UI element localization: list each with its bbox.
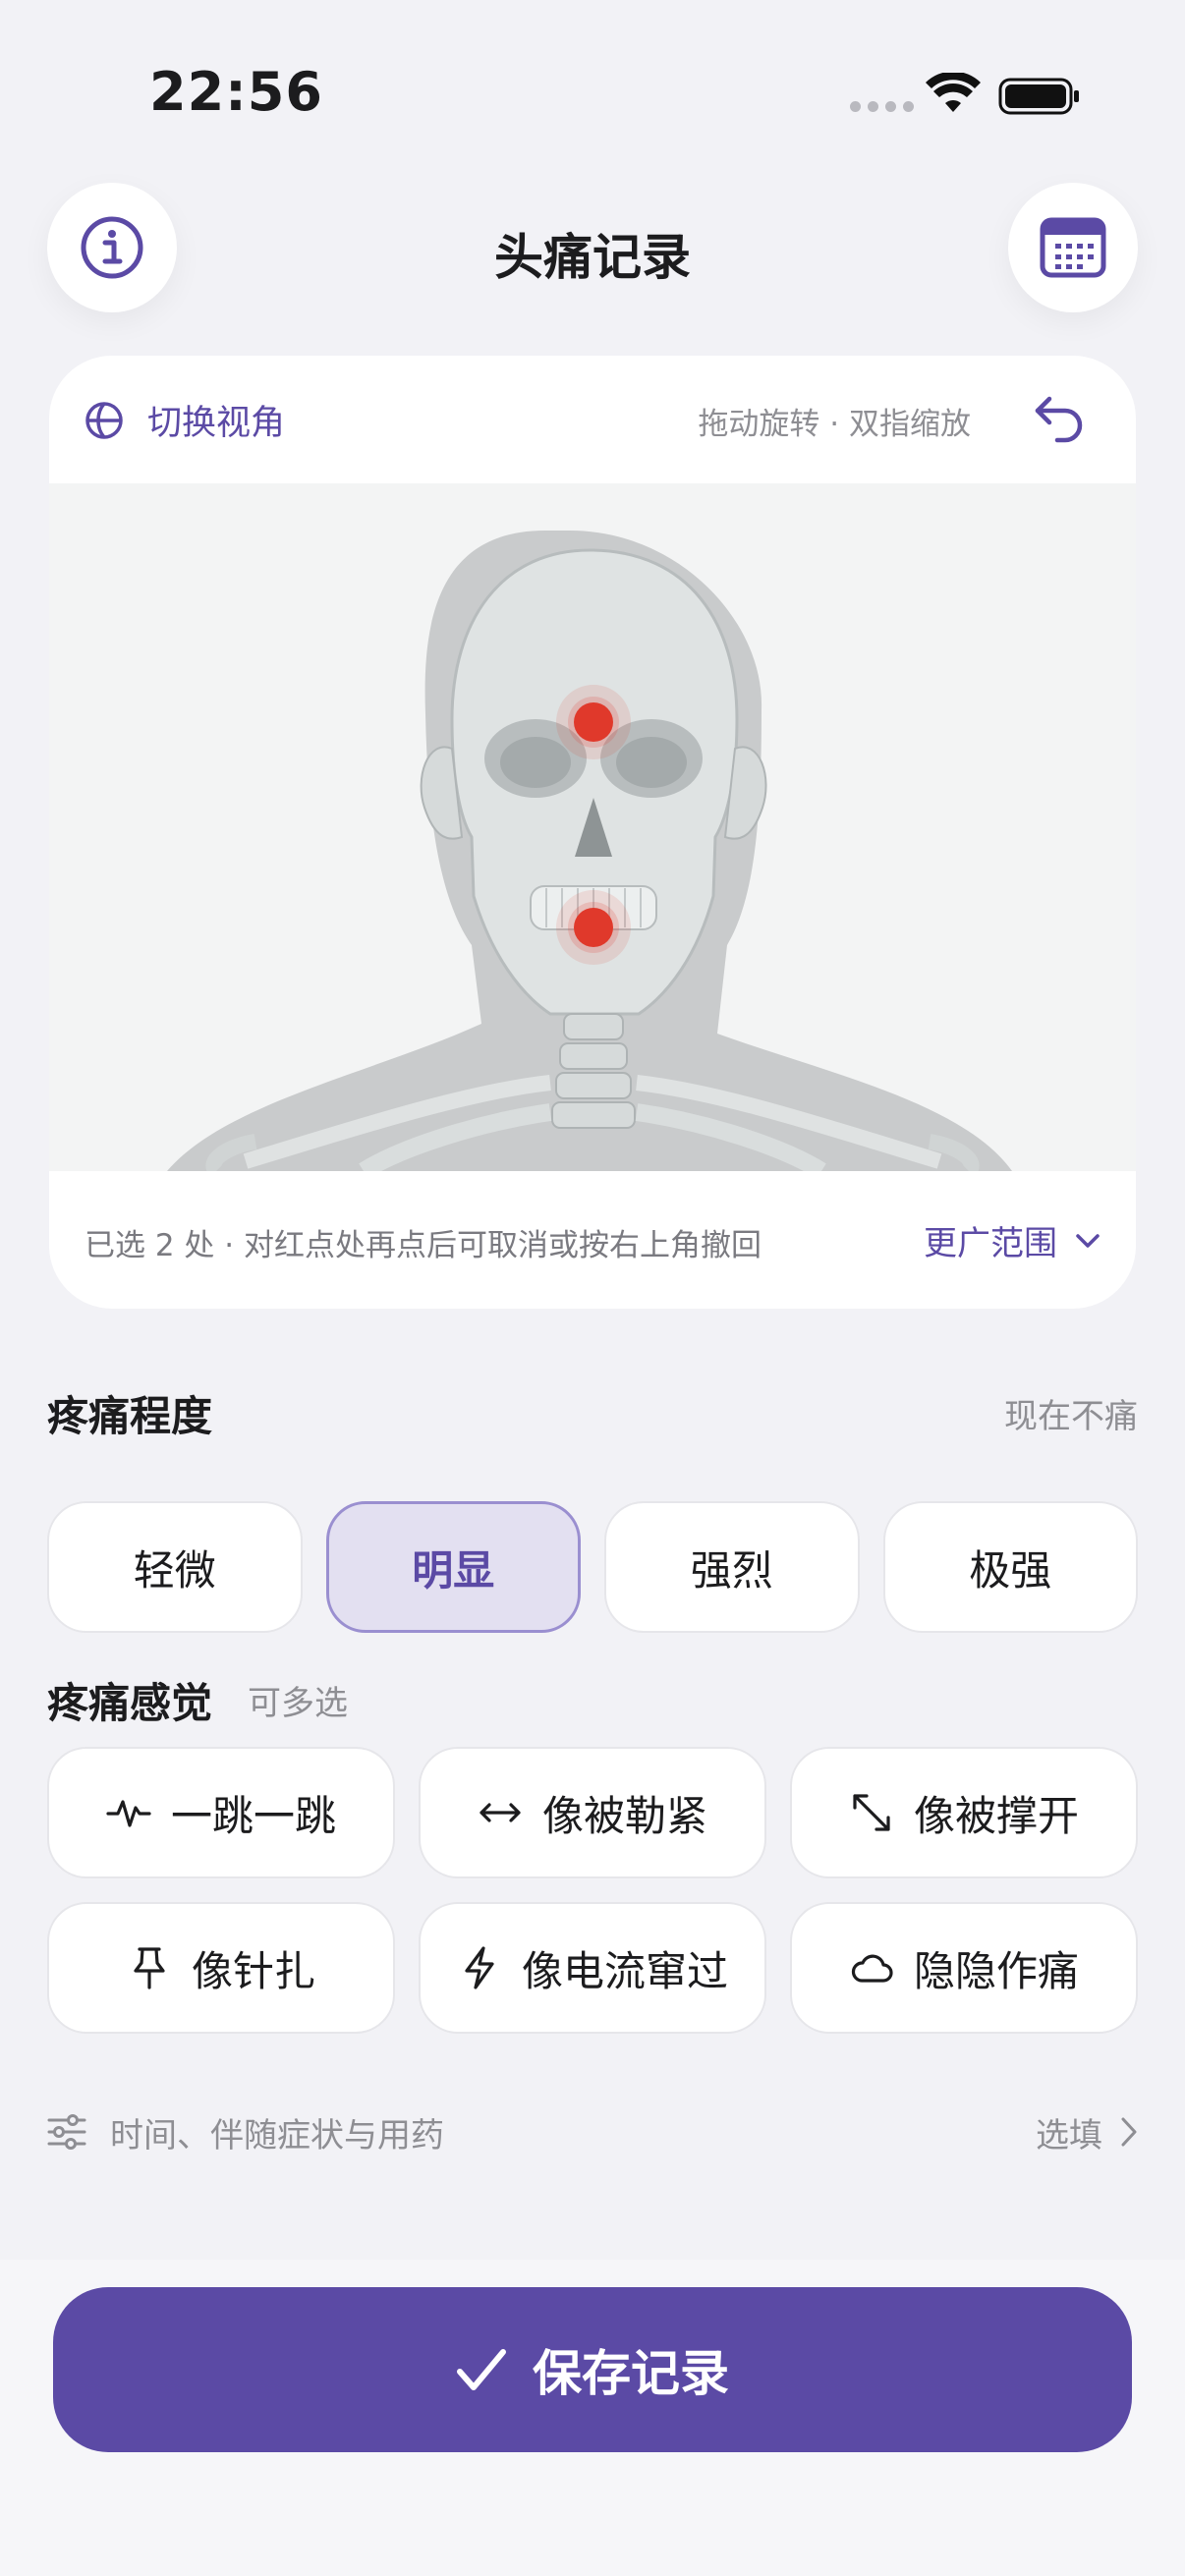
no-pain-button[interactable]: 现在不痛 [1004, 1389, 1138, 1437]
calendar-button[interactable] [1008, 183, 1138, 312]
sensation-label: 像被勒紧 [541, 1791, 707, 1840]
switch-view-button[interactable]: 切换视角 [85, 395, 285, 445]
sensation-option-tight[interactable]: 像被勒紧 [419, 1747, 766, 1878]
intensity-options: 轻微 明显 强烈 极强 [47, 1501, 1138, 1633]
sliders-icon [47, 2114, 86, 2150]
intensity-option-noticeable[interactable]: 明显 [325, 1501, 581, 1633]
skeleton-illustration [167, 531, 1012, 1171]
chevron-down-icon [1076, 1233, 1100, 1248]
pain-marker-jaw[interactable] [574, 908, 613, 947]
page-title: 头痛记录 [494, 229, 691, 286]
arrows-horizontal-icon [480, 1803, 521, 1822]
pulse-icon [106, 1800, 151, 1827]
viewer-toolbar: 切换视角 拖动旋转 · 双指缩放 [49, 356, 1136, 483]
sensation-label: 一跳一跳 [170, 1791, 336, 1840]
sensation-note: 可多选 [248, 1684, 348, 1723]
cloud-icon [851, 1954, 893, 1983]
sensation-option-electric[interactable]: 像电流窜过 [419, 1902, 766, 2034]
sensation-option-expanding[interactable]: 像被撑开 [790, 1747, 1138, 1878]
headache-record-screen: 22:56 头痛记录 切换视角 拖动旋转 · 双指缩放 已选 2 处 · 对红点… [0, 0, 1185, 2576]
globe-icon [85, 401, 123, 439]
wifi-icon [926, 73, 981, 112]
selection-info: 已选 2 处 · 对红点处再点后可取消或按右上角撤回 [85, 1228, 762, 1263]
viewer-footer: 已选 2 处 · 对红点处再点后可取消或按右上角撤回 更广范围 [49, 1171, 1136, 1309]
calendar-icon [1040, 217, 1106, 278]
checkmark-icon [457, 2349, 506, 2390]
intensity-option-strong[interactable]: 强烈 [604, 1501, 860, 1633]
signal-dots-icon [850, 101, 914, 112]
undo-icon[interactable] [1032, 391, 1087, 446]
sensation-title: 疼痛感觉 [47, 1679, 213, 1727]
sensation-label: 像被撑开 [913, 1791, 1079, 1840]
sensation-options: 一跳一跳 像被勒紧 像被撑开 像针扎 像电流窜过 隐隐作痛 [47, 1747, 1138, 2034]
pain-marker-forehead[interactable] [574, 702, 613, 742]
wider-range-button[interactable]: 更广范围 [924, 1216, 1100, 1264]
optional-details-label: 时间、伴随症状与用药 [110, 2115, 444, 2156]
battery-icon [998, 78, 1079, 115]
wider-range-label: 更广范围 [924, 1224, 1057, 1263]
status-time: 22:56 [149, 61, 323, 123]
intensity-title: 疼痛程度 [47, 1392, 213, 1440]
sensation-label: 像针扎 [191, 1946, 315, 1995]
gesture-hint: 拖动旋转 · 双指缩放 [698, 407, 971, 442]
optional-details-row[interactable]: 时间、伴随症状与用药 选填 [47, 2102, 1138, 2161]
switch-view-label: 切换视角 [147, 404, 286, 443]
sensation-option-throbbing[interactable]: 一跳一跳 [47, 1747, 395, 1878]
skull-3d-model[interactable] [49, 483, 1136, 1171]
sensation-option-dull[interactable]: 隐隐作痛 [790, 1902, 1138, 2034]
body-model-card: 切换视角 拖动旋转 · 双指缩放 已选 2 处 · 对红点处再点后可取消或按右上… [49, 356, 1136, 1309]
pin-icon [134, 1947, 165, 1989]
sensation-label: 隐隐作痛 [913, 1946, 1079, 1995]
chevron-right-icon [1121, 2117, 1137, 2147]
optional-tag: 选填 [1036, 2115, 1102, 2156]
sensation-option-stabbing[interactable]: 像针扎 [47, 1902, 395, 2034]
intensity-option-extreme[interactable]: 极强 [882, 1501, 1138, 1633]
save-record-button[interactable]: 保存记录 [53, 2287, 1132, 2452]
arrows-diagonal-icon [853, 1794, 890, 1831]
sensation-label: 像电流窜过 [521, 1946, 728, 1995]
save-label: 保存记录 [533, 2345, 729, 2402]
intensity-option-mild[interactable]: 轻微 [47, 1501, 303, 1633]
bolt-icon [465, 1946, 494, 1989]
optional-right: 选填 [1036, 2108, 1138, 2156]
